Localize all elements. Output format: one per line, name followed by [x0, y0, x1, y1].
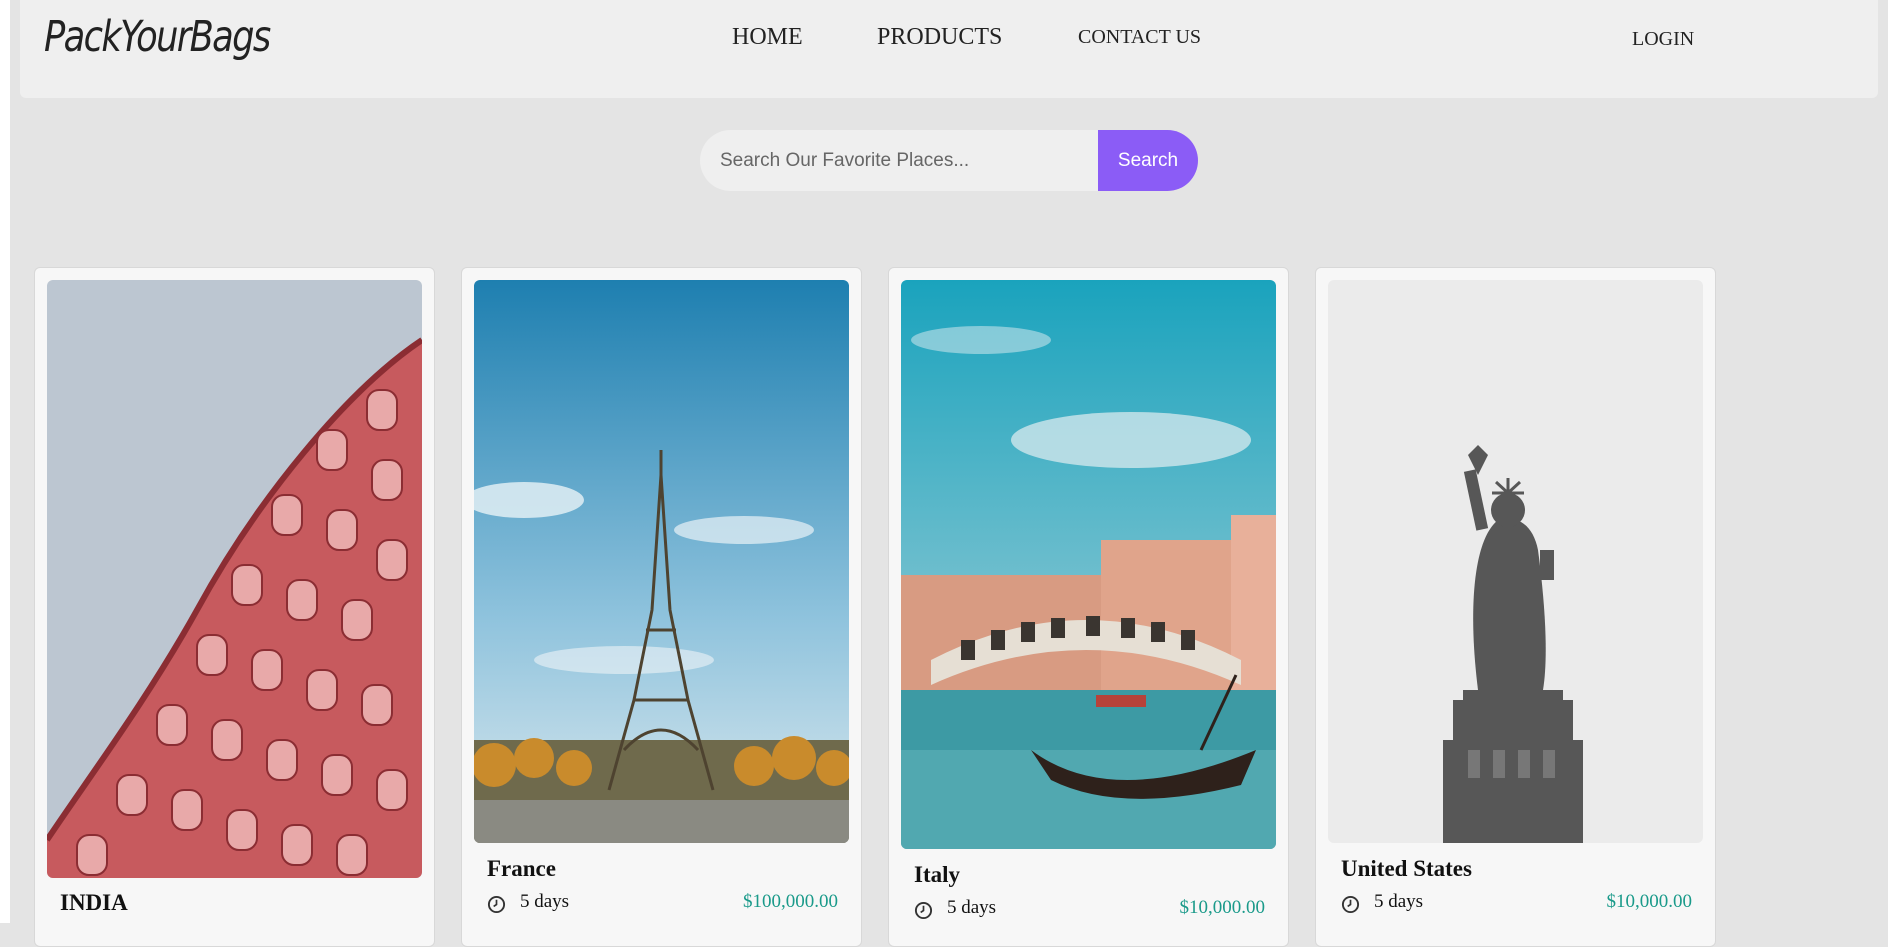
card-meta: 5 days $10,000.00 — [914, 897, 1265, 923]
card-title: Italy — [914, 862, 960, 887]
united-states-image[interactable] — [1328, 280, 1703, 843]
clock-icon — [1341, 895, 1360, 914]
india-image[interactable] — [47, 280, 422, 878]
nav-contact-link[interactable]: CONTACT US — [1078, 26, 1201, 49]
card-meta: 5 days $10,000.00 — [1341, 891, 1692, 917]
italy-image[interactable] — [901, 280, 1276, 849]
france-image[interactable] — [474, 280, 849, 843]
search-bar: Search — [700, 130, 1198, 191]
search-button[interactable]: Search — [1098, 130, 1198, 191]
nav-home-link[interactable]: HOME — [732, 24, 803, 51]
destination-card-france[interactable]: France 5 days $100,000.00 — [461, 267, 862, 947]
card-title: INDIA — [60, 890, 128, 915]
price-text: $100,000.00 — [743, 891, 838, 912]
card-title: France — [487, 856, 556, 881]
destination-card-italy[interactable]: Italy 5 days $10,000.00 — [888, 267, 1289, 947]
card-title: United States — [1341, 856, 1472, 881]
destination-card-india[interactable]: INDIA — [34, 267, 435, 947]
card-meta: 5 days $100,000.00 — [487, 891, 838, 917]
duration-text: 5 days — [520, 891, 570, 912]
price-text: $10,000.00 — [1606, 891, 1693, 912]
brand-logo[interactable]: PackYourBags — [44, 12, 271, 62]
nav-products-link[interactable]: PRODUCTS — [877, 24, 1002, 51]
page-gutter — [0, 0, 10, 923]
duration-text: 5 days — [1374, 891, 1424, 912]
navbar: PackYourBags HOME PRODUCTS CONTACT US LO… — [20, 0, 1878, 98]
clock-icon — [487, 895, 506, 914]
nav-login-link[interactable]: LOGIN — [1632, 28, 1694, 51]
duration-text: 5 days — [947, 897, 997, 918]
destination-card-united-states[interactable]: United States 5 days $10,000.00 — [1315, 267, 1716, 947]
clock-icon — [914, 901, 933, 920]
search-input[interactable] — [700, 130, 1098, 191]
price-text: $10,000.00 — [1179, 897, 1266, 918]
